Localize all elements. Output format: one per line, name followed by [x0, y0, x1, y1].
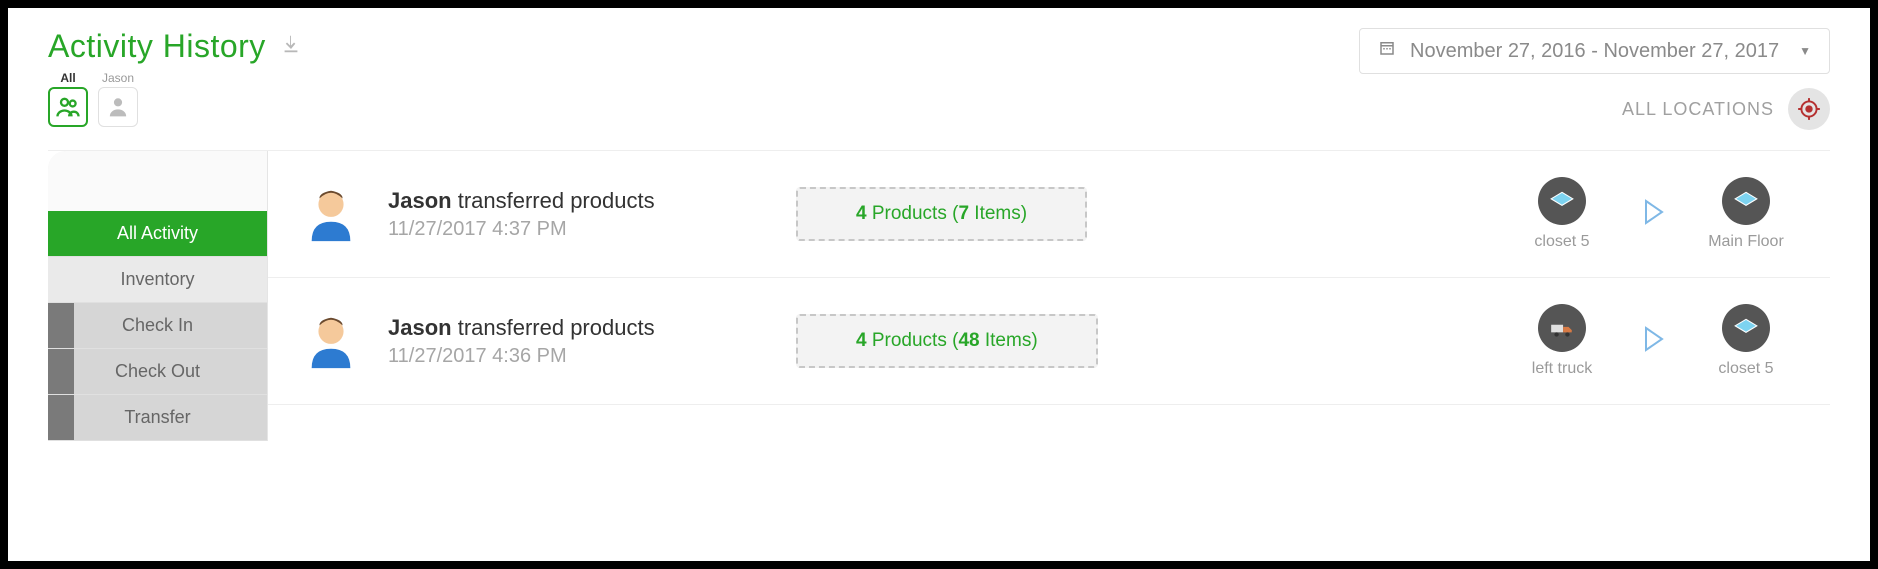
activity-timestamp: 11/27/2017 4:37 PM [388, 218, 768, 241]
activity-row: Jason transferred products 11/27/2017 4:… [268, 151, 1830, 278]
sidebar-item-check-out[interactable]: Check Out [48, 349, 267, 395]
activity-timestamp: 11/27/2017 4:36 PM [388, 345, 768, 368]
user-icon [104, 93, 132, 121]
to-location[interactable]: closet 5 [1696, 304, 1796, 378]
caret-down-icon: ▼ [1799, 44, 1811, 58]
user-filter-jason[interactable]: Jason [98, 71, 138, 127]
locations-label: ALL LOCATIONS [1622, 99, 1774, 120]
target-icon [1796, 96, 1822, 122]
products-badge[interactable]: 4 Products (7 Items) [796, 187, 1087, 241]
arrow-right-icon [1642, 324, 1666, 354]
user-filter-all[interactable]: All [48, 71, 88, 127]
download-icon [280, 33, 302, 55]
activity-list: Jason transferred products 11/27/2017 4:… [268, 151, 1830, 441]
transfer-route: closet 5 Main Floor [1512, 177, 1796, 251]
users-icon [54, 93, 82, 121]
activity-description: Jason transferred products [388, 315, 768, 341]
sidebar-item-transfer[interactable]: Transfer [48, 395, 267, 441]
activity-row: Jason transferred products 11/27/2017 4:… [268, 278, 1830, 405]
calendar-icon [1378, 39, 1396, 57]
locations-button[interactable] [1788, 88, 1830, 130]
layer-icon [1549, 188, 1575, 214]
to-location[interactable]: Main Floor [1696, 177, 1796, 251]
arrow-right-icon [1642, 197, 1666, 227]
avatar [302, 312, 360, 370]
sidebar: All Activity Inventory Check In Check Ou… [48, 151, 268, 441]
sidebar-item-inventory[interactable]: Inventory [48, 257, 267, 303]
products-badge[interactable]: 4 Products (48 Items) [796, 314, 1098, 368]
page-title: Activity History [48, 28, 266, 65]
user-filter-jason-label: Jason [102, 71, 134, 85]
from-location[interactable]: closet 5 [1512, 177, 1612, 251]
truck-icon [1549, 315, 1575, 341]
layer-icon [1733, 188, 1759, 214]
activity-description: Jason transferred products [388, 188, 768, 214]
from-location[interactable]: left truck [1512, 304, 1612, 378]
user-filter-all-label: All [60, 71, 75, 85]
transfer-route: left truck closet 5 [1512, 304, 1796, 378]
sidebar-item-check-in[interactable]: Check In [48, 303, 267, 349]
date-range-text: November 27, 2016 - November 27, 2017 [1410, 40, 1779, 63]
avatar [302, 185, 360, 243]
layer-icon [1733, 315, 1759, 341]
date-range-picker[interactable]: November 27, 2016 - November 27, 2017 ▼ [1359, 28, 1830, 74]
download-button[interactable] [280, 33, 302, 60]
sidebar-item-all-activity[interactable]: All Activity [48, 211, 267, 257]
